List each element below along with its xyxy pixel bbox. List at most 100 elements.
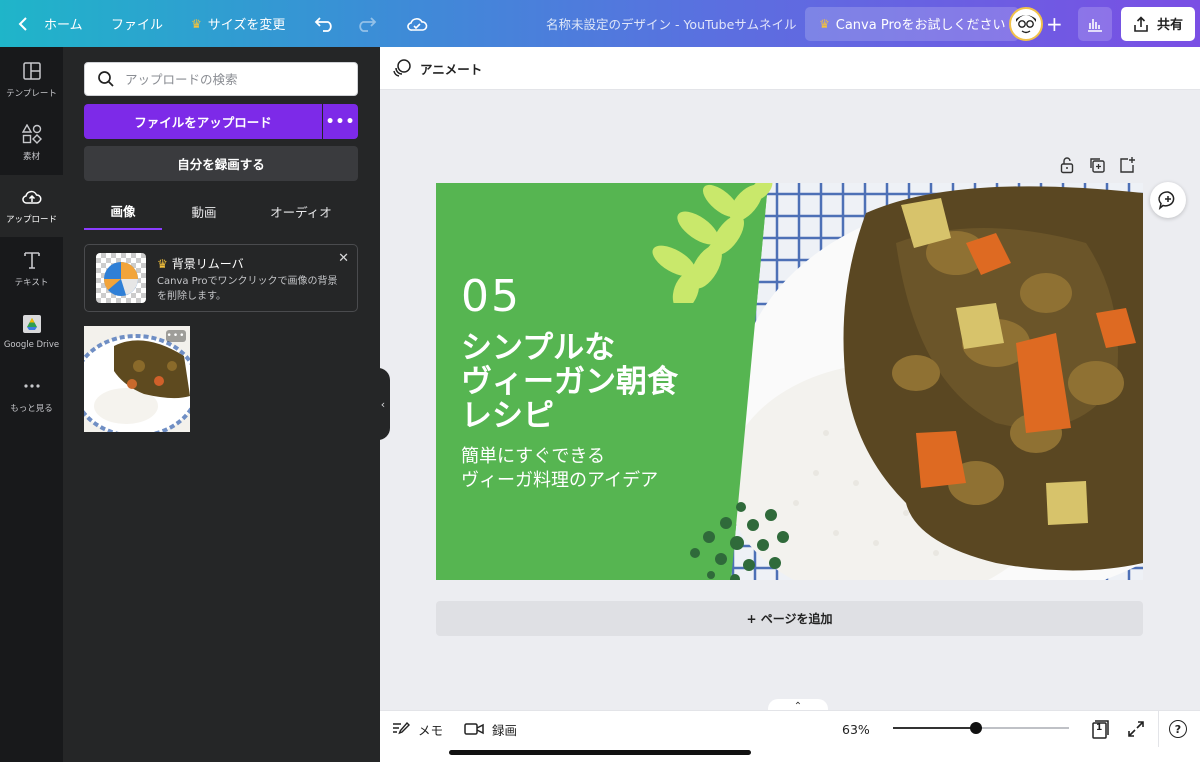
rail-item-text[interactable]: テキスト: [0, 238, 63, 300]
rail-label: アップロード: [5, 215, 57, 225]
tab-audio[interactable]: オーディオ: [256, 192, 346, 230]
thumbnail-more-button[interactable]: •••: [166, 330, 186, 342]
avatar[interactable]: [1009, 6, 1043, 41]
upload-more-button[interactable]: •••: [323, 104, 358, 139]
notes-label: メモ: [418, 722, 444, 738]
promo-thumbnail: [96, 253, 146, 303]
promo-title: ♛ 背景リムーバ: [157, 255, 244, 272]
rail-label: Google Drive: [3, 340, 60, 350]
tab-images[interactable]: 画像: [84, 192, 162, 230]
upload-files-button[interactable]: ファイルをアップロード: [84, 104, 322, 139]
help-button[interactable]: ?: [1158, 711, 1187, 747]
record-yourself-button[interactable]: 自分を録画する: [84, 146, 358, 181]
expand-icon: [1128, 721, 1144, 737]
rail-label: もっと見る: [10, 404, 53, 414]
insights-button[interactable]: [1078, 6, 1112, 41]
promo-description: Canva Proでワンクリックで画像の背景を削除します。: [157, 276, 338, 302]
chevron-left-icon: [18, 16, 27, 31]
more-dots-icon: •••: [325, 113, 356, 130]
rail-label: 素材: [22, 152, 40, 162]
add-comment-button[interactable]: [1150, 182, 1186, 218]
comment-add-icon: [1158, 191, 1175, 210]
more-icon: [23, 384, 40, 388]
search-box[interactable]: [84, 62, 358, 96]
zoom-slider[interactable]: [893, 722, 1069, 734]
undo-icon: [314, 16, 332, 32]
share-button[interactable]: 共有: [1121, 6, 1196, 41]
left-rail: テンプレート 素材 アップロード テキスト Google Drive もっと見る: [0, 47, 63, 762]
fullscreen-button[interactable]: [1127, 711, 1145, 747]
collapse-panel-button[interactable]: ‹: [376, 368, 390, 440]
animate-button[interactable]: アニメート: [392, 58, 482, 78]
lock-icon[interactable]: [1058, 156, 1076, 174]
plus-icon: +: [1046, 11, 1063, 36]
try-pro-button[interactable]: ♛ Canva Proをお試しください: [805, 6, 1020, 41]
animate-label: アニメート: [420, 61, 483, 77]
home-label: ホーム: [44, 18, 83, 33]
document-title[interactable]: 名称未設定のデザイン - YouTubeサムネイル: [546, 0, 797, 47]
page-tools: [1058, 156, 1136, 174]
home-indicator: [449, 750, 751, 755]
design-page[interactable]: 05 シンプルな ヴィーガン朝食 レシピ 簡単にすぐできる ヴィーガ料理のアイデ…: [436, 183, 1143, 580]
home-button[interactable]: ホーム: [18, 0, 83, 47]
record-button[interactable]: 録画: [464, 711, 517, 747]
zoom-slider-fill: [893, 727, 975, 729]
close-icon: ✕: [338, 251, 349, 266]
share-icon: [1134, 15, 1148, 32]
redo-button[interactable]: [355, 0, 377, 47]
add-page-button[interactable]: + ページを追加: [436, 601, 1143, 636]
design-headline[interactable]: シンプルな ヴィーガン朝食 レシピ: [461, 331, 721, 433]
more-dots-icon: •••: [166, 331, 186, 341]
chevron-left-icon: ‹: [380, 397, 386, 411]
cloud-save-button[interactable]: [406, 0, 428, 47]
layout-icon: [22, 62, 41, 80]
notes-button[interactable]: メモ: [392, 711, 443, 747]
crown-icon: ♛: [191, 16, 202, 31]
text-icon: [23, 252, 40, 269]
uploaded-image-thumbnail[interactable]: •••: [84, 326, 190, 432]
rail-item-google-drive[interactable]: Google Drive: [0, 301, 63, 363]
close-promo-button[interactable]: ✕: [338, 251, 349, 266]
design-subtitle[interactable]: 簡単にすぐできる ヴィーガ料理のアイデア: [461, 445, 721, 493]
dots-decoration: [690, 502, 789, 580]
rail-item-elements[interactable]: 素材: [0, 112, 63, 174]
zoom-level[interactable]: 63%: [842, 711, 870, 747]
crown-icon: ♛: [157, 256, 168, 271]
add-member-button[interactable]: +: [1046, 0, 1063, 47]
animate-icon: [393, 59, 411, 77]
page-count: 1: [1096, 723, 1103, 733]
rail-item-more[interactable]: もっと見る: [0, 364, 63, 426]
avatar-face-icon: [1016, 14, 1036, 33]
promo-title-text: 背景リムーバ: [171, 257, 244, 271]
video-camera-icon: [464, 723, 484, 735]
file-menu[interactable]: ファイル: [111, 0, 163, 47]
canvas-toolbar: アニメート: [380, 47, 1200, 90]
try-pro-label: Canva Proをお試しください: [835, 18, 1006, 33]
beach-ball-icon: [103, 262, 138, 296]
uploads-panel: ファイルをアップロード ••• 自分を録画する 画像 動画 オーディオ ♛ 背景…: [63, 47, 380, 762]
record-label: 録画: [492, 722, 518, 738]
redo-icon: [359, 16, 377, 32]
rail-label: テンプレート: [6, 89, 57, 99]
leaf-decoration: [652, 183, 773, 303]
page-count-button[interactable]: 1: [1090, 711, 1110, 747]
design-number[interactable]: 05: [461, 271, 521, 322]
crown-icon: ♛: [819, 16, 830, 31]
resize-button[interactable]: ♛ サイズを変更: [191, 0, 285, 47]
add-page-icon[interactable]: [1118, 156, 1136, 174]
undo-button[interactable]: [314, 0, 336, 47]
google-drive-icon: [22, 315, 41, 333]
tab-videos[interactable]: 動画: [164, 192, 244, 230]
top-bar: ホーム ファイル ♛ サイズを変更 名称未設定のデザイン - YouTubeサム…: [0, 0, 1200, 47]
rail-item-uploads[interactable]: アップロード: [0, 175, 63, 237]
background-remover-promo[interactable]: ♛ 背景リムーバ Canva Proでワンクリックで画像の背景を削除します。 ✕: [84, 244, 358, 312]
zoom-slider-knob[interactable]: [970, 722, 982, 734]
help-icon: ?: [1169, 720, 1187, 738]
rail-item-templates[interactable]: テンプレート: [0, 49, 63, 111]
shapes-icon: [21, 124, 42, 144]
notes-icon: [393, 721, 410, 735]
search-input[interactable]: [125, 71, 345, 87]
duplicate-page-icon[interactable]: [1088, 156, 1106, 174]
media-tabs: 画像 動画 オーディオ: [84, 192, 358, 230]
bar-chart-icon: [1088, 18, 1102, 32]
